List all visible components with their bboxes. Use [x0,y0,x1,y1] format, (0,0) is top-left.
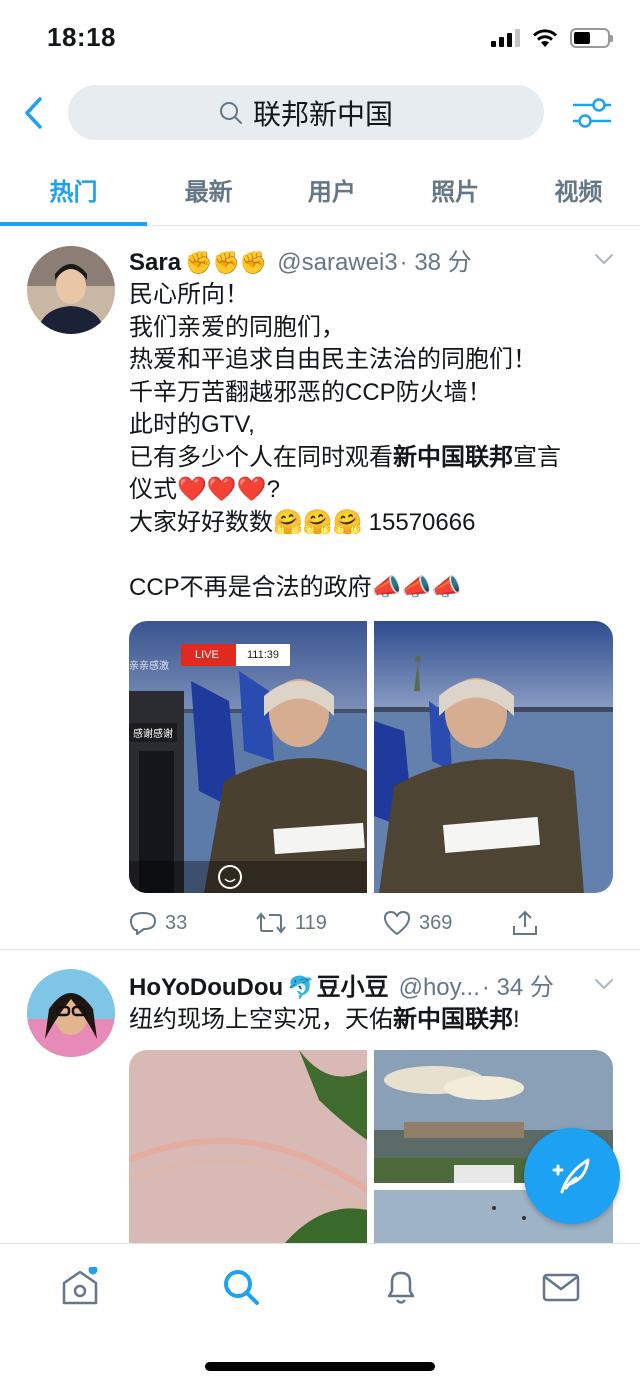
search-nav-icon[interactable] [221,1267,261,1307]
share-icon [513,910,537,935]
video-caption: 感谢感谢 [129,723,177,742]
back-arrow-icon[interactable] [20,95,50,131]
video-thumbnail[interactable] [374,621,613,893]
user-handle[interactable]: @sarawei3 [277,249,397,277]
tweet-text: 纽约现场上空实况，天佑新中国联邦! [129,1004,613,1037]
battery-icon [570,28,613,48]
display-name[interactable]: HoYoDouDou [129,974,283,1002]
home-indicator [205,1362,435,1371]
tweet-time: · 38 分 [399,249,472,276]
bottom-navigation [0,1243,640,1385]
retweet-icon [256,912,286,934]
retweet-button[interactable]: 119 [255,911,383,935]
reply-button[interactable]: 33 [129,910,255,936]
name-emoji: 🐬 [287,975,315,1000]
tweet-line: CCP不再是合法的政府📣📣📣 [129,572,613,605]
text-segment: CCP不再是合法的政府 [129,573,372,601]
tweet-time: · 34 分 [481,974,554,1001]
text-segment: 已有多少个人在同时观看 [129,443,393,471]
text-segment: 仪式 [129,476,177,503]
avatar[interactable] [27,246,115,334]
tweet-line: 热爱和平追求自由民主法治的同胞们！ [129,346,537,373]
live-badge: LIVE [181,644,236,666]
tab-latest[interactable]: 最新 [147,152,270,225]
display-name-suffix: 豆小豆 [316,974,389,1001]
name-emoji: ✊✊✊ [185,250,268,275]
share-button[interactable] [511,909,539,937]
tab-people[interactable]: 用户 [270,152,393,225]
text-segment: 大家好好数数 [129,508,273,536]
tweet-line: 千辛万苦翻越邪恶的CCP防火墙！ [129,378,492,406]
notification-dot [88,1267,98,1275]
text-segment: 纽约现场上空实况，天佑 [129,1006,393,1033]
hashtag-highlight: 新中国联邦 [393,1006,513,1033]
display-name[interactable]: Sara [129,249,181,277]
tweet-line: 大家好好数数🤗🤗🤗 15570666 [129,507,613,540]
tweet-media[interactable]: LIVE 111:39 亲亲感激 感谢感谢 [129,621,613,893]
tweet-line: 民心所向！ [129,281,249,308]
heart-emoji: ❤️❤️❤️ [177,476,267,503]
status-icons [491,28,613,48]
hug-emoji: 🤗🤗🤗 [273,508,363,536]
chevron-down-icon[interactable] [594,978,614,990]
cellular-signal-icon [491,29,520,47]
text-segment: 宣言 [513,443,561,471]
tweet-header: HoYoDouDou 🐬 豆小豆 @hoy... · 34 分 [129,967,613,1002]
like-button[interactable]: 369 [383,910,511,936]
user-handle[interactable]: @hoy... [399,974,480,1002]
tweet-line: 已有多少个人在同时观看新中国联邦宣言 [129,442,613,475]
tweet[interactable]: Sara ✊✊✊ @sarawei3 · 38 分 民心所向！ 我们亲爱的同胞们… [0,227,640,950]
megaphone-emoji: 📣📣📣 [371,573,462,601]
status-time: 18:18 [47,22,116,52]
reply-count: 33 [165,911,188,934]
video-thumbnail[interactable]: LIVE 111:39 亲亲感激 感谢感谢 [129,621,367,893]
compose-feather-icon [552,1158,590,1194]
live-timer: 111:39 [236,644,290,666]
retweet-count: 119 [295,911,327,934]
search-header: 联邦新中国 [0,78,640,148]
tweet-actions: 33 119 369 [129,893,613,953]
like-count: 369 [419,911,453,934]
search-icon [219,101,242,124]
tweet-feed: Sara ✊✊✊ @sarawei3 · 38 分 民心所向！ 我们亲爱的同胞们… [0,227,640,1250]
wifi-icon [533,29,557,47]
tab-videos[interactable]: 视频 [517,152,640,225]
compose-tweet-button[interactable] [524,1128,620,1224]
search-query: 联邦新中国 [252,98,393,130]
tweet-line: 我们亲爱的同胞们， [129,313,345,341]
reply-icon [130,912,156,935]
tweet-header: Sara ✊✊✊ @sarawei3 · 38 分 [129,242,613,277]
messages-envelope-icon[interactable] [541,1267,581,1307]
heart-icon [384,911,410,935]
chevron-down-icon[interactable] [594,253,614,265]
search-tabs: 热门 最新 用户 照片 视频 [0,152,640,226]
avatar[interactable] [27,969,115,1057]
notifications-bell-icon[interactable] [381,1267,421,1307]
status-bar: 18:18 [0,0,640,78]
search-input[interactable]: 联邦新中国 [68,85,544,140]
home-icon[interactable] [60,1267,100,1307]
video-caption: 亲亲感激 [129,661,169,672]
text-segment: ! [513,1006,520,1033]
tab-photos[interactable]: 照片 [394,152,517,225]
text-segment: ? [266,476,281,503]
text-segment: 15570666 [368,508,476,536]
tweet-line: 仪式❤️❤️❤️? [129,474,613,507]
tab-top[interactable]: 热门 [0,152,147,226]
tweet-text: 民心所向！ 我们亲爱的同胞们， 热爱和平追求自由民主法治的同胞们！ 千辛万苦翻越… [129,279,613,604]
photo-thumbnail[interactable] [129,1049,369,1250]
hashtag-highlight: 新中国联邦 [393,443,513,471]
filter-settings-icon[interactable] [572,95,612,131]
tweet-line: 此时的GTV, [129,411,255,438]
